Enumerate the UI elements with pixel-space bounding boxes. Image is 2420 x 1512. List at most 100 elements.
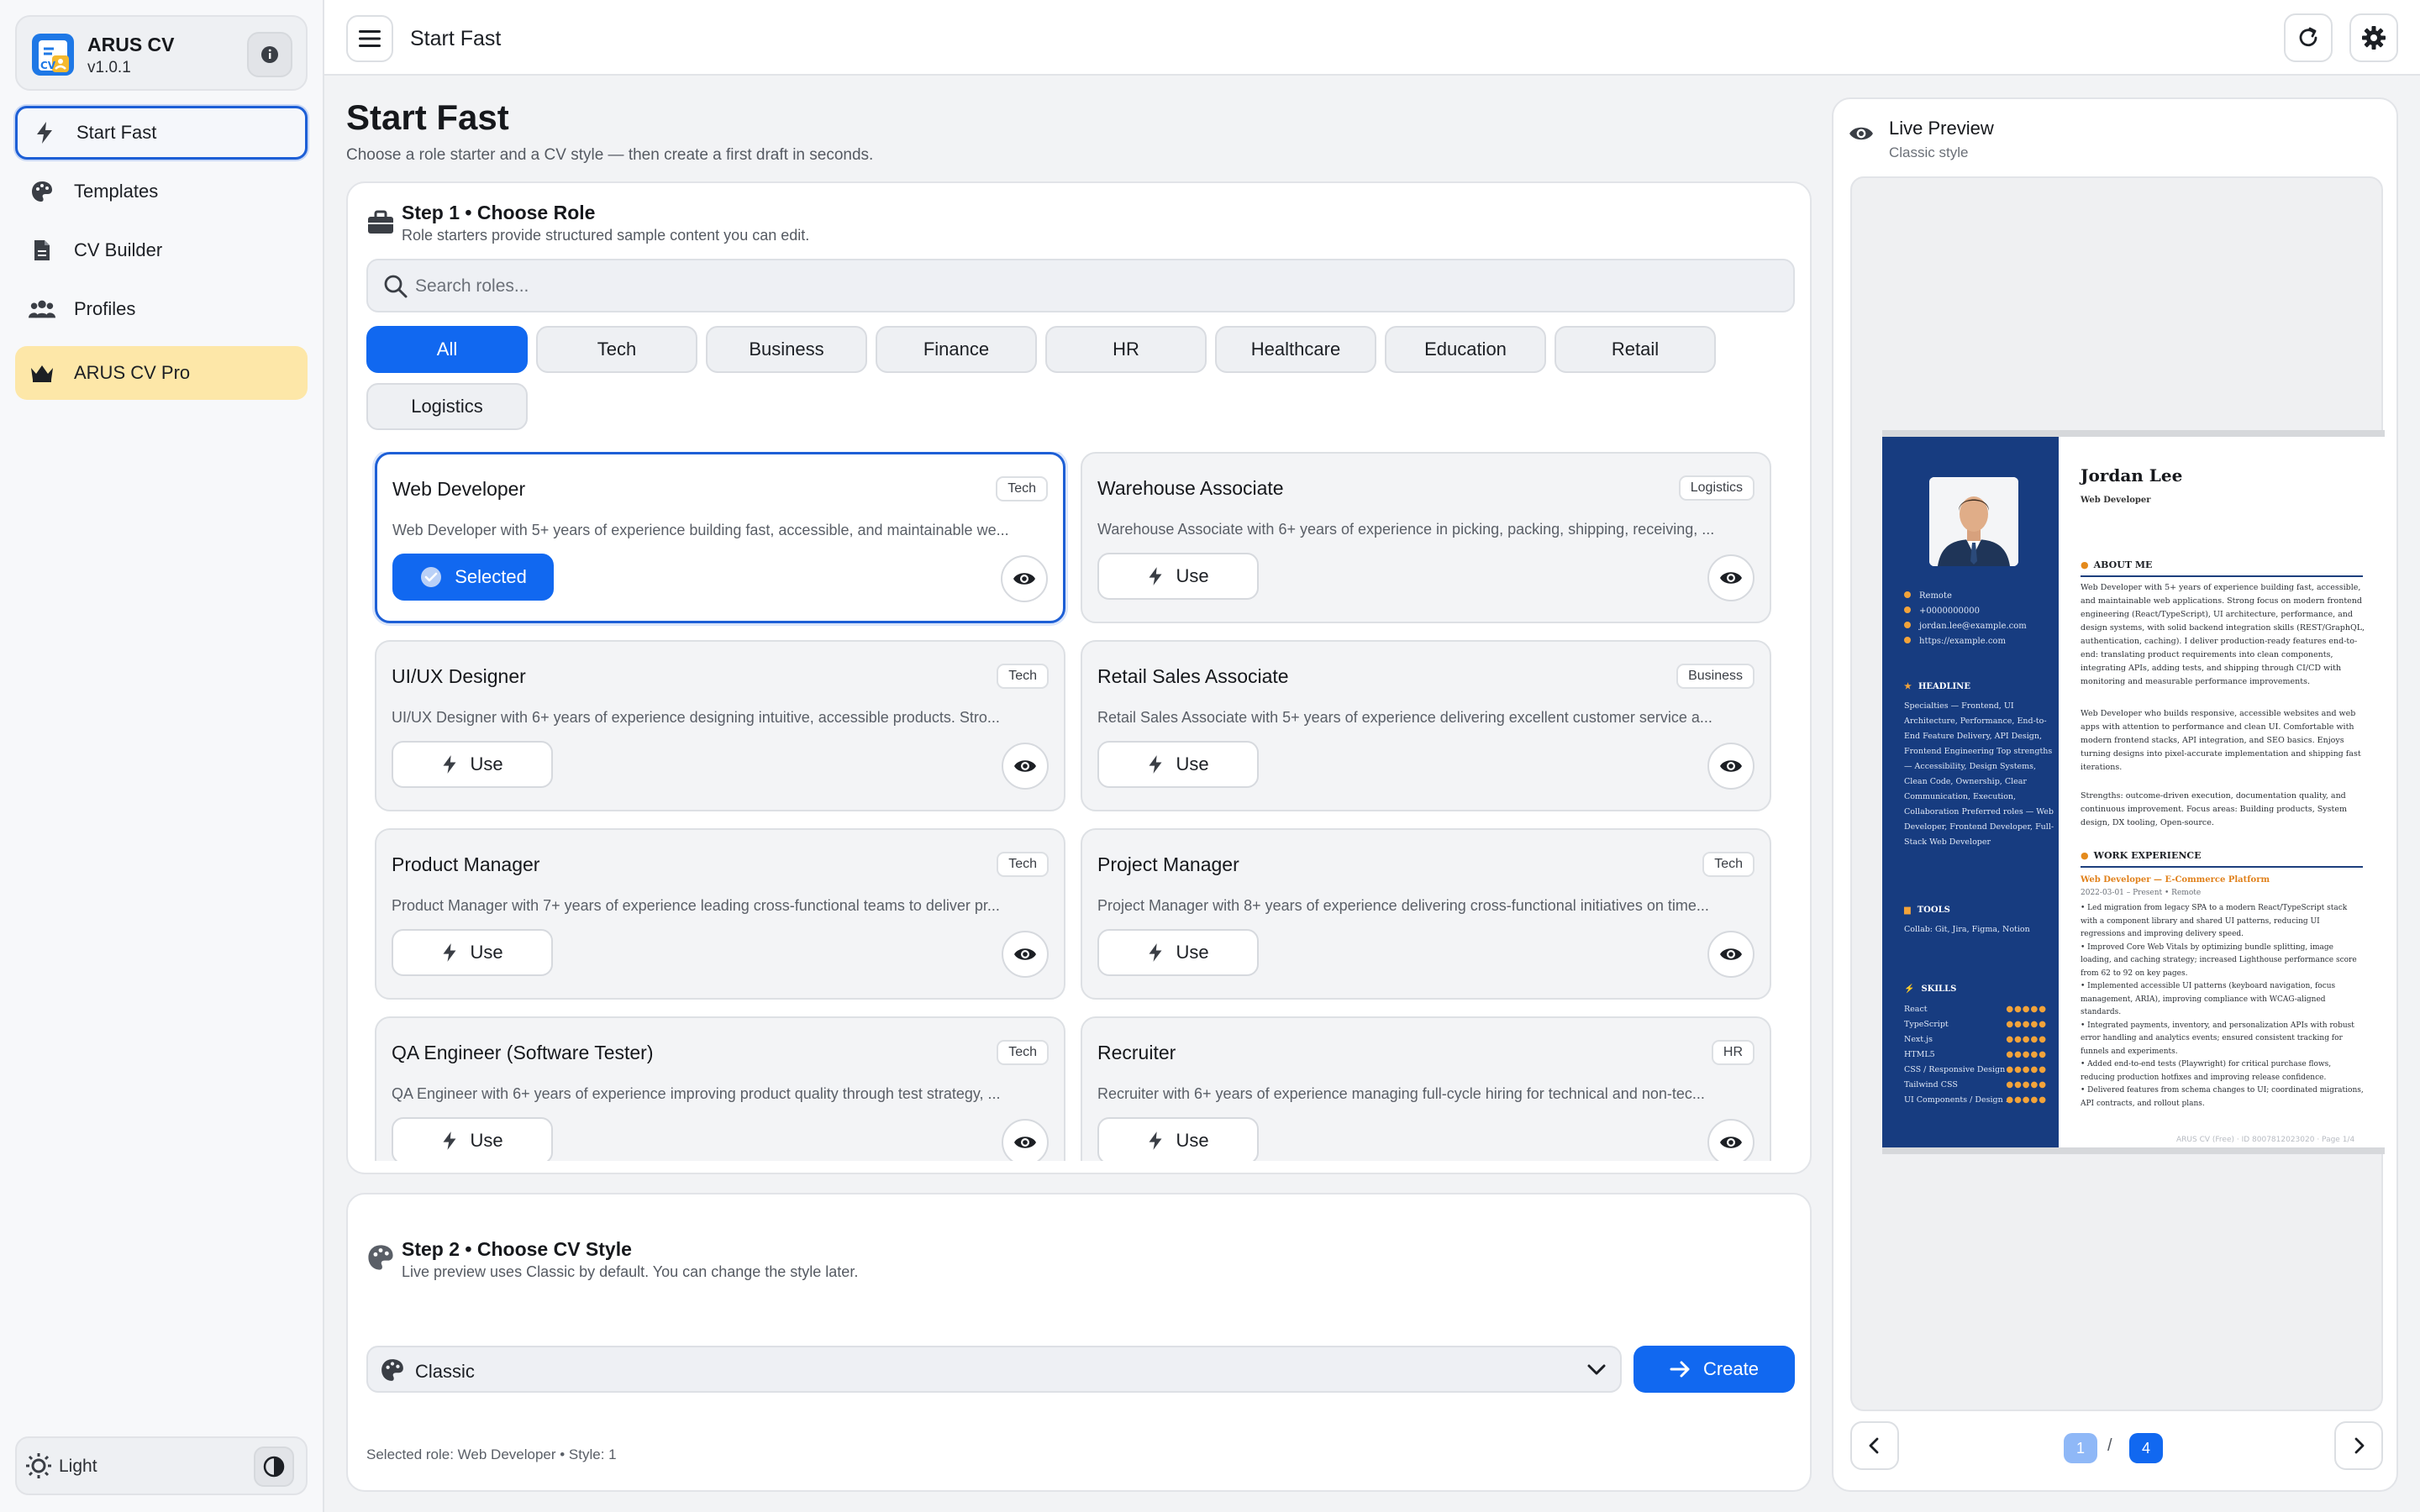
info-button[interactable] (247, 32, 292, 77)
eye-icon (1720, 1137, 1742, 1148)
preview-role-button[interactable] (1707, 1119, 1754, 1161)
palette-icon (29, 178, 55, 205)
preview-role-button[interactable] (1002, 743, 1049, 790)
role-search (366, 259, 1795, 312)
role-tag: Business (1676, 664, 1754, 689)
sidebar-item-cv-builder[interactable]: CV Builder (15, 223, 308, 277)
cv-skills-heading: ⚡ SKILLS (1904, 984, 1957, 994)
role-card[interactable]: QA Engineer (Software Tester) Tech QA En… (375, 1016, 1065, 1161)
info-icon (261, 46, 278, 63)
app-name: ARUS CV (87, 34, 175, 55)
role-card[interactable]: Recruiter HR Recruiter with 6+ years of … (1081, 1016, 1771, 1161)
category-chip-tech[interactable]: Tech (536, 326, 697, 373)
cv-tools-text: Collab: Git, Jira, Figma, Notion (1904, 925, 2030, 934)
page-current[interactable]: 1 (2064, 1433, 2097, 1463)
preview-role-button[interactable] (1707, 554, 1754, 601)
role-description: Warehouse Associate with 6+ years of exp… (1097, 521, 1715, 538)
cv-page: Remote +0000000000 jordan.lee@example.co… (1882, 430, 2385, 1154)
sidebar: CV ARUS CV v1.0.1 Start Fast Templates C… (0, 0, 324, 1512)
page-total[interactable]: 4 (2129, 1433, 2163, 1463)
use-button[interactable]: Use (1097, 1117, 1259, 1161)
step2-title: Step 2 • Choose CV Style (402, 1238, 632, 1260)
cv-job-bullets: • Led migration from legacy SPA to a mod… (2081, 904, 2364, 1108)
eye-icon (1014, 760, 1036, 772)
role-title: Product Manager (392, 853, 540, 875)
role-grid: Web Developer Tech Web Developer with 5+… (366, 452, 1795, 1161)
palette-icon (381, 1359, 403, 1381)
check-circle-icon (419, 565, 443, 589)
cv-about-heading: ● ABOUT ME (2081, 559, 2363, 577)
use-button[interactable]: Use (1097, 553, 1259, 600)
palette-icon (368, 1245, 393, 1270)
sidebar-item-profiles[interactable]: Profiles (15, 282, 308, 336)
next-page-button[interactable] (2334, 1421, 2383, 1470)
role-description: Retail Sales Associate with 5+ years of … (1097, 709, 1712, 726)
page-separator: / (2107, 1436, 2112, 1455)
step2-card: Step 2 • Choose CV Style Live preview us… (346, 1193, 1812, 1492)
cv-footer: ARUS CV (Free) · ID 8007812023020 · Page… (2176, 1136, 2355, 1144)
cv-sidebar: Remote +0000000000 jordan.lee@example.co… (1882, 437, 2059, 1147)
role-card[interactable]: Project Manager Tech Project Manager wit… (1081, 828, 1771, 1000)
topbar: Start Fast (324, 0, 2420, 76)
step1-subtitle: Role starters provide structured sample … (402, 227, 810, 244)
cv-style-select[interactable]: Classic (366, 1346, 1622, 1393)
use-button[interactable]: Use (1097, 929, 1259, 976)
bolt-icon (441, 753, 458, 775)
sidebar-item-templates[interactable]: Templates (15, 165, 308, 218)
refresh-button[interactable] (2284, 13, 2333, 62)
preview-canvas: Remote +0000000000 jordan.lee@example.co… (1850, 176, 2385, 1411)
sun-icon (26, 1453, 51, 1478)
category-chip-business[interactable]: Business (706, 326, 867, 373)
people-icon (29, 296, 55, 323)
role-card[interactable]: Product Manager Tech Product Manager wit… (375, 828, 1065, 1000)
role-card[interactable]: Retail Sales Associate Business Retail S… (1081, 640, 1771, 811)
role-card[interactable]: Web Developer Tech Web Developer with 5+… (375, 452, 1065, 623)
cv-contact-email: jordan.lee@example.com (1904, 622, 2027, 631)
role-card[interactable]: UI/UX Designer Tech UI/UX Designer with … (375, 640, 1065, 811)
sidebar-item-label: Profiles (74, 298, 136, 319)
category-chip-hr[interactable]: HR (1045, 326, 1207, 373)
category-chip-logistics[interactable]: Logistics (366, 383, 528, 430)
preview-role-button[interactable] (1002, 1119, 1049, 1161)
preview-role-button[interactable] (1707, 931, 1754, 978)
search-input[interactable] (415, 272, 1760, 301)
create-button[interactable]: Create (1634, 1346, 1795, 1393)
role-title: Project Manager (1097, 853, 1239, 875)
app-logo-icon: CV (32, 34, 74, 76)
role-tag: Tech (997, 1040, 1049, 1065)
theme-toggle-button[interactable] (254, 1446, 294, 1487)
category-chip-retail[interactable]: Retail (1555, 326, 1716, 373)
category-chip-finance[interactable]: Finance (876, 326, 1037, 373)
settings-button[interactable] (2349, 13, 2398, 62)
step1-card: Step 1 • Choose Role Role starters provi… (346, 181, 1812, 1174)
bolt-icon (1147, 1130, 1164, 1152)
role-description: UI/UX Designer with 6+ years of experien… (392, 709, 1000, 726)
role-title: UI/UX Designer (392, 665, 526, 687)
use-button[interactable]: Use (392, 929, 553, 976)
category-chip-healthcare[interactable]: Healthcare (1215, 326, 1376, 373)
use-label: Use (1176, 565, 1209, 586)
sidebar-item-start-fast[interactable]: Start Fast (15, 106, 308, 160)
preview-role-button[interactable] (1002, 931, 1049, 978)
role-card[interactable]: Warehouse Associate Logistics Warehouse … (1081, 452, 1771, 623)
contrast-icon (263, 1456, 285, 1478)
arrow-right-icon (1670, 1360, 1691, 1378)
use-button[interactable]: Use (392, 1117, 553, 1161)
category-chip-education[interactable]: Education (1385, 326, 1546, 373)
cv-work-heading: ● WORK EXPERIENCE (2081, 850, 2363, 868)
role-description: Web Developer with 5+ years of experienc… (392, 522, 1009, 538)
app-version: v1.0.1 (87, 59, 131, 76)
use-button[interactable]: Use (1097, 741, 1259, 788)
prev-page-button[interactable] (1850, 1421, 1899, 1470)
bolt-icon (441, 1130, 458, 1152)
preview-role-button[interactable] (1001, 555, 1048, 602)
cv-contact-phone: +0000000000 (1904, 606, 1980, 616)
cv-skill: Tailwind CSS ●●●●● (1904, 1080, 2047, 1089)
preview-role-button[interactable] (1707, 743, 1754, 790)
category-chip-all[interactable]: All (366, 326, 528, 373)
selected-button[interactable]: Selected (392, 554, 554, 601)
menu-button[interactable] (346, 15, 393, 62)
eye-icon (1849, 127, 1873, 140)
sidebar-item-pro[interactable]: ARUS CV Pro (15, 346, 308, 400)
use-button[interactable]: Use (392, 741, 553, 788)
